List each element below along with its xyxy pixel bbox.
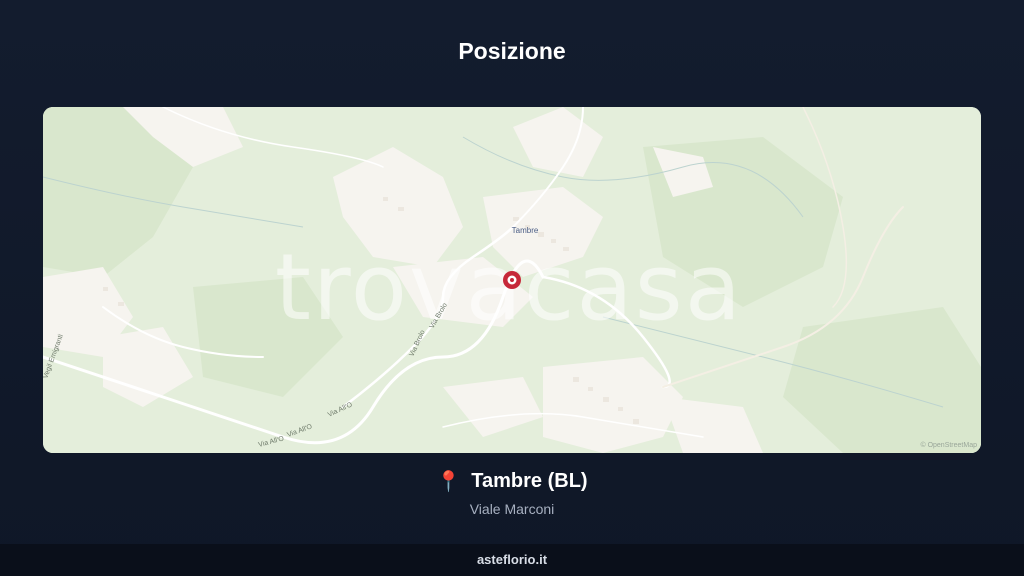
town-label: Tambre (512, 226, 539, 235)
footer-bar: asteflorio.it (0, 544, 1024, 576)
page-title: Posizione (458, 38, 566, 64)
round-pushpin-icon: 📍 (436, 470, 462, 493)
map-view[interactable]: trovacasa Tambre Via Brolo Via Brolo Via… (43, 107, 981, 453)
location-name: Tambre (BL) (471, 470, 588, 492)
location-street: Viale Marconi (469, 501, 555, 517)
map-canvas[interactable]: trovacasa Tambre Via Brolo Via Brolo Via… (43, 107, 981, 453)
location-info: 📍 Tambre (BL) Viale Marconi (0, 470, 1024, 517)
location-marker[interactable] (503, 271, 521, 289)
map-attribution: © OpenStreetMap (920, 441, 977, 449)
footer-site-name[interactable]: asteflorio.it (477, 552, 547, 567)
